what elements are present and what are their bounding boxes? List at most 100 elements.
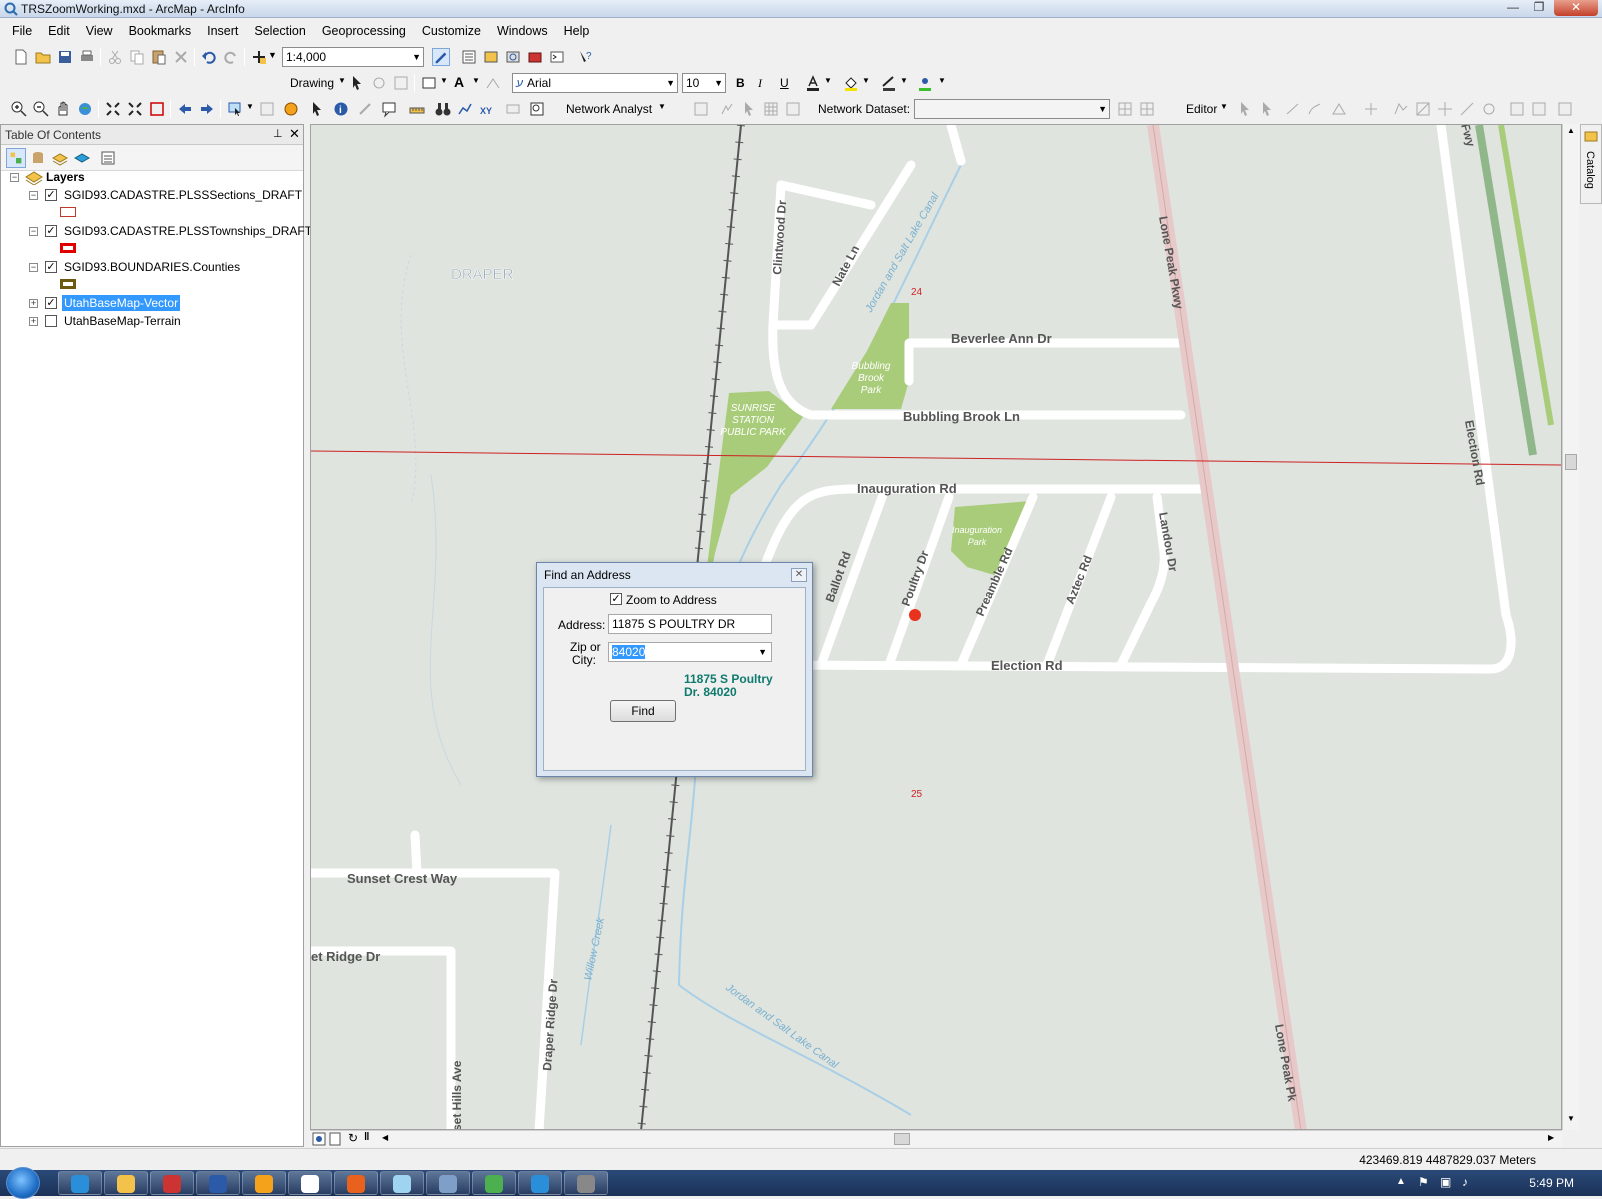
taskbar-app-12[interactable] <box>564 1171 608 1195</box>
list-by-visibility-icon[interactable] <box>51 149 69 167</box>
layer-basemap-vector-expand-toggle[interactable]: + <box>29 299 38 308</box>
action-center-flag-icon[interactable]: ⚑ <box>1418 1175 1429 1189</box>
start-button[interactable] <box>6 1167 40 1199</box>
na-layer-grid-icon-2[interactable] <box>1138 100 1156 118</box>
na-create-location-icon[interactable] <box>718 100 736 118</box>
italic-button[interactable]: I <box>758 76 762 91</box>
layer-counties-collapse-toggle[interactable]: − <box>29 263 38 272</box>
reshape-icon[interactable] <box>1392 100 1410 118</box>
layer-sections-checkbox[interactable]: ✓ <box>45 189 57 201</box>
hyperlink-icon[interactable] <box>356 100 374 118</box>
rectangle-icon[interactable] <box>420 74 438 92</box>
restore-button[interactable]: ❐ <box>1526 0 1552 16</box>
edit-vertices-icon[interactable] <box>484 74 502 92</box>
network-analyst-arrow-icon[interactable]: ▼ <box>658 102 666 111</box>
menu-geoprocessing[interactable]: Geoprocessing <box>314 20 414 42</box>
zoom-to-address-checkbox[interactable]: ✓ <box>610 593 622 605</box>
underline-button[interactable]: U <box>780 76 789 90</box>
taskbar-app-5[interactable] <box>242 1171 286 1195</box>
na-solve-grid-icon[interactable] <box>762 100 780 118</box>
layer-townships-name[interactable]: SGID93.CADASTRE.PLSSTownships_DRAFT <box>64 223 312 239</box>
zip-city-dropdown-icon[interactable]: ▼ <box>758 643 767 661</box>
list-by-source-icon[interactable] <box>29 149 47 167</box>
drawing-menu[interactable]: Drawing <box>290 76 334 90</box>
identify-icon[interactable]: i <box>332 100 350 118</box>
map-vertical-scrollbar[interactable]: ▲ ▼ <box>1562 124 1579 1130</box>
add-data-dropdown-arrow[interactable]: ▼ <box>268 50 277 60</box>
toc-options-icon[interactable] <box>99 149 117 167</box>
redo-icon[interactable] <box>222 48 240 66</box>
na-directions-icon[interactable] <box>784 100 802 118</box>
data-view-icon[interactable] <box>312 1132 326 1146</box>
list-by-drawing-order-icon[interactable] <box>6 148 26 168</box>
font-color-icon[interactable] <box>804 74 822 92</box>
new-document-icon[interactable] <box>12 48 30 66</box>
menu-customize[interactable]: Customize <box>414 20 489 42</box>
menu-view[interactable]: View <box>78 20 121 42</box>
taskbar-file-explorer[interactable] <box>104 1171 148 1195</box>
na-window-icon[interactable] <box>692 100 710 118</box>
arrow-select-icon[interactable] <box>308 100 326 118</box>
clear-selection-icon[interactable] <box>258 100 276 118</box>
attributes-icon[interactable] <box>1508 100 1526 118</box>
select-features-dropdown-icon[interactable]: ▼ <box>246 102 254 111</box>
fill-color-dropdown-icon[interactable]: ▼ <box>862 76 870 85</box>
layer-townships-checkbox[interactable]: ✓ <box>45 225 57 237</box>
edit-tool-icon[interactable] <box>1236 100 1254 118</box>
layer-basemap-vector-name[interactable]: UtahBaseMap-Vector <box>62 295 181 311</box>
font-color-dropdown-icon[interactable]: ▼ <box>824 76 832 85</box>
menu-help[interactable]: Help <box>556 20 598 42</box>
menu-file[interactable]: File <box>4 20 40 42</box>
fixed-zoom-out-icon[interactable] <box>126 100 144 118</box>
pin-icon[interactable]: ⊥ <box>273 127 283 140</box>
editor-menu-arrow-icon[interactable]: ▼ <box>1220 102 1228 111</box>
map-horizontal-scrollbar[interactable]: ↻ ‖ ◀ ▶ <box>310 1130 1562 1147</box>
taskbar-app-8[interactable] <box>380 1171 424 1195</box>
network-analyst-menu[interactable]: Network Analyst <box>566 102 652 116</box>
layer-basemap-vector-checkbox[interactable]: ✓ <box>45 297 57 309</box>
minimize-button[interactable]: — <box>1500 0 1526 16</box>
map-view[interactable]: DRAPER Clintwood Dr Nate Ln Jordan and S… <box>310 124 1562 1130</box>
na-layer-grid-icon[interactable] <box>1116 100 1134 118</box>
network-icon[interactable]: ▣ <box>1440 1175 1451 1189</box>
split-icon[interactable] <box>1362 100 1380 118</box>
go-to-xy-icon[interactable]: XY <box>478 100 496 118</box>
whats-this-help-icon[interactable]: ? <box>576 48 594 66</box>
editor-menu[interactable]: Editor <box>1186 102 1217 116</box>
new-text-icon[interactable]: A <box>454 74 464 90</box>
font-name-combo[interactable]: ע Arial ▼ <box>512 73 678 93</box>
network-dataset-combo[interactable]: ▼ <box>914 99 1110 119</box>
close-button[interactable]: ✕ <box>1554 0 1598 16</box>
measure-icon[interactable] <box>408 100 426 118</box>
font-size-combo[interactable]: 10 ▼ <box>682 73 726 93</box>
save-icon[interactable] <box>56 48 74 66</box>
fixed-zoom-in-icon[interactable] <box>104 100 122 118</box>
create-viewer-icon[interactable] <box>528 100 546 118</box>
print-icon[interactable] <box>78 48 96 66</box>
edit-annotation-icon[interactable] <box>1258 100 1276 118</box>
editor-toolbar-icon[interactable] <box>432 48 450 66</box>
dialog-close-button[interactable]: ✕ <box>791 568 807 582</box>
scroll-down-icon[interactable]: ▼ <box>1567 1114 1575 1123</box>
search-window-icon[interactable] <box>504 48 522 66</box>
python-window-icon[interactable] <box>548 48 566 66</box>
layer-basemap-terrain-checkbox[interactable] <box>45 315 57 327</box>
cut-polygons-icon[interactable] <box>1414 100 1432 118</box>
html-popup-icon[interactable] <box>380 100 398 118</box>
zoom-out-icon[interactable] <box>32 100 50 118</box>
taskbar-app-9[interactable] <box>426 1171 470 1195</box>
find-button[interactable]: Find <box>610 700 676 722</box>
find-binoculars-icon[interactable] <box>434 100 452 118</box>
line-color-icon[interactable] <box>880 74 898 92</box>
layer-counties-name[interactable]: SGID93.BOUNDARIES.Counties <box>64 259 240 275</box>
marker-color-dropdown-icon[interactable]: ▼ <box>938 76 946 85</box>
full-extent-icon[interactable] <box>76 100 94 118</box>
taskbar-arcmap[interactable] <box>518 1171 562 1195</box>
found-address-point[interactable] <box>909 609 921 621</box>
zip-city-combo[interactable]: 84020 ▼ <box>608 642 772 662</box>
go-back-icon[interactable] <box>176 100 194 118</box>
fill-color-icon[interactable] <box>842 74 860 92</box>
layer-basemap-terrain-name[interactable]: UtahBaseMap-Terrain <box>64 313 181 329</box>
taskbar-app-10[interactable] <box>472 1171 516 1195</box>
volume-icon[interactable]: ♪ <box>1462 1175 1468 1189</box>
